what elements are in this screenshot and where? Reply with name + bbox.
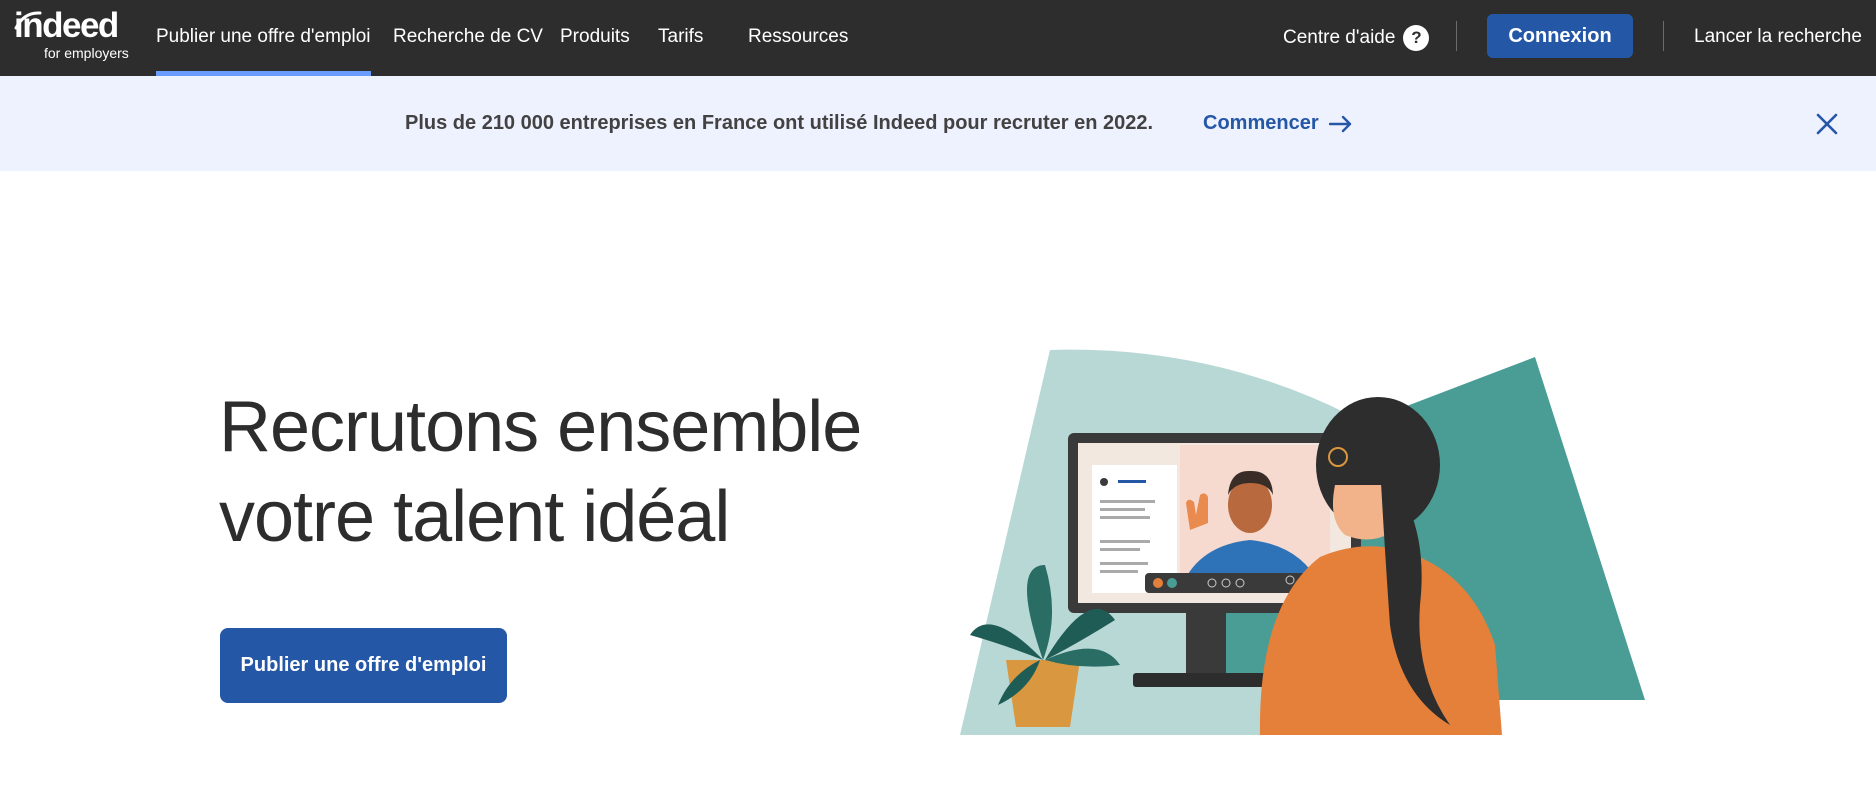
indeed-logo[interactable]: indeed for employers — [14, 6, 129, 62]
close-icon[interactable] — [1815, 112, 1839, 136]
logo-subtitle: for employers — [44, 45, 129, 61]
woman-face — [1332, 485, 1390, 540]
help-center-link[interactable]: Centre d'aide ? — [1283, 0, 1430, 76]
nav-divider — [1663, 21, 1664, 51]
help-center-label: Centre d'aide — [1283, 27, 1396, 48]
job-search-link[interactable]: Lancer la recherche — [1694, 0, 1862, 76]
hero-title-line-1: Recrutons ensemble — [219, 387, 862, 467]
promo-banner: Plus de 210 000 entreprises en France on… — [0, 76, 1876, 171]
nav-divider — [1456, 21, 1457, 51]
nav-resources[interactable]: Ressources — [748, 0, 848, 76]
question-circle-icon: ? — [1403, 25, 1430, 51]
nav-products[interactable]: Produits — [560, 0, 630, 76]
start-link-label: Commencer — [1203, 112, 1319, 134]
top-navbar: indeed for employers Publier une offre d… — [0, 0, 1876, 76]
nav-cv-search[interactable]: Recherche de CV — [393, 0, 543, 76]
start-link[interactable]: Commencer — [1203, 76, 1353, 171]
login-button[interactable]: Connexion — [1487, 14, 1633, 58]
nav-post-job[interactable]: Publier une offre d'emploi — [156, 0, 371, 76]
logo-wordmark: indeed — [14, 6, 119, 45]
nav-pricing[interactable]: Tarifs — [658, 0, 703, 76]
hero-title: Recrutons ensemble votre talent idéal — [219, 382, 862, 562]
plant-pot — [1006, 660, 1080, 727]
post-job-cta-button[interactable]: Publier une offre d'emploi — [220, 628, 507, 703]
hero-title-line-2: votre talent idéal — [219, 477, 730, 557]
banner-text: Plus de 210 000 entreprises en France on… — [405, 112, 1154, 134]
video-interview-illustration — [960, 349, 1645, 735]
arrow-right-icon — [1328, 115, 1351, 132]
